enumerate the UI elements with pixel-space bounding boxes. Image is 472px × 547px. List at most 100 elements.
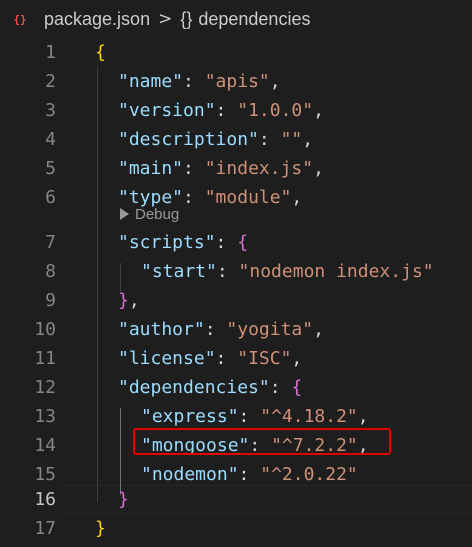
- line-number: 4: [45, 129, 56, 150]
- json-value: "nodemon index.js": [238, 261, 434, 282]
- line-number: 10: [34, 319, 56, 340]
- code-line: 8 "start": "nodemon index.js": [0, 257, 472, 286]
- code-line: 7 "scripts": {: [0, 228, 472, 257]
- json-value: "module": [204, 187, 292, 208]
- code-text: "description": "",: [118, 125, 313, 154]
- code-text: "dependencies": {: [118, 373, 302, 402]
- json-value: "yogita": [226, 319, 314, 340]
- comma: ,: [313, 100, 324, 121]
- json-value: "apis": [204, 71, 270, 92]
- json-key: "author": [118, 319, 205, 340]
- colon: :: [238, 464, 261, 485]
- json-value: "": [280, 129, 303, 150]
- play-icon: [120, 208, 129, 220]
- object-symbol-icon: {}: [180, 8, 193, 29]
- colon: :: [215, 348, 238, 369]
- comma: ,: [313, 319, 324, 340]
- code-line: 3 "version": "1.0.0",: [0, 96, 472, 125]
- line-number: 11: [34, 348, 56, 369]
- json-key: "version": [118, 100, 216, 121]
- open-brace: {: [95, 42, 106, 63]
- colon: :: [183, 158, 205, 179]
- comma: ,: [357, 406, 369, 427]
- code-text: "author": "yogita",: [118, 315, 324, 344]
- code-text: },: [118, 286, 140, 315]
- colon: :: [269, 377, 292, 398]
- code-line: 4 "description": "",: [0, 125, 472, 154]
- breadcrumb: {} package.json > {} dependencies: [0, 0, 472, 38]
- breadcrumb-file[interactable]: package.json: [44, 9, 150, 30]
- json-key: "description": [118, 129, 259, 150]
- close-brace: }: [118, 290, 129, 311]
- colon: :: [215, 232, 238, 253]
- line-number: 8: [45, 261, 56, 282]
- code-line: 11 "license": "ISC",: [0, 344, 472, 373]
- json-value: "ISC": [237, 348, 292, 369]
- json-key: "scripts": [118, 232, 216, 253]
- line-number: 9: [45, 290, 56, 311]
- line-number: 1: [45, 42, 56, 63]
- comma: ,: [302, 129, 314, 150]
- json-key: "license": [118, 348, 216, 369]
- json-key: "express": [141, 406, 239, 427]
- breadcrumb-symbol[interactable]: dependencies: [198, 9, 310, 30]
- line-number: 7: [45, 232, 56, 253]
- code-line: 17 }: [0, 514, 472, 543]
- colon: :: [204, 319, 227, 340]
- line-number: 16: [34, 489, 56, 510]
- json-key: "nodemon": [141, 464, 239, 485]
- json-value: "^4.18.2": [260, 406, 358, 427]
- comma: ,: [269, 71, 281, 92]
- code-text: "start": "nodemon index.js": [141, 257, 434, 286]
- code-line: 6 "type": "module",: [0, 183, 472, 212]
- json-key: "dependencies": [118, 377, 270, 398]
- code-text: "express": "^4.18.2",: [141, 402, 369, 431]
- code-line: 5 "main": "index.js",: [0, 154, 472, 183]
- line-number: 2: [45, 71, 56, 92]
- debug-label: Debug: [135, 205, 180, 223]
- code-line: 16 }: [0, 485, 472, 514]
- line-number: 12: [34, 377, 56, 398]
- line-number: 13: [34, 406, 56, 427]
- chevron-right-icon: >: [158, 9, 173, 29]
- open-brace: {: [291, 377, 303, 398]
- colon: :: [183, 187, 205, 208]
- code-text: "version": "1.0.0",: [118, 96, 324, 125]
- close-brace: }: [95, 518, 106, 539]
- comma: ,: [291, 348, 303, 369]
- code-line: 1 {: [0, 38, 472, 67]
- line-number: 5: [45, 158, 56, 179]
- code-text: }: [95, 514, 106, 543]
- json-file-icon: {}: [13, 12, 27, 26]
- json-key: "start": [141, 261, 217, 282]
- line-number: 14: [34, 435, 56, 456]
- code-text: "license": "ISC",: [118, 344, 302, 373]
- annotation-highlight-box: [133, 428, 391, 455]
- code-line: 12 "dependencies": {: [0, 373, 472, 402]
- code-line: 2 "name": "apis",: [0, 67, 472, 96]
- comma: ,: [291, 187, 303, 208]
- code-text: "name": "apis",: [118, 67, 281, 96]
- json-key: "main": [118, 158, 184, 179]
- colon: :: [258, 129, 281, 150]
- colon: :: [215, 100, 238, 121]
- debug-codelens[interactable]: Debug: [120, 203, 179, 225]
- code-line: 13 "express": "^4.18.2",: [0, 402, 472, 431]
- code-line: 10 "author": "yogita",: [0, 315, 472, 344]
- json-key: "name": [118, 71, 184, 92]
- code-editor[interactable]: 1 { 2 "name": "apis", 3 "version": "1.0.…: [0, 38, 472, 547]
- code-text: "scripts": {: [118, 228, 248, 257]
- line-number: 6: [45, 187, 56, 208]
- code-text: }: [118, 485, 129, 514]
- code-line: 9 },: [0, 286, 472, 315]
- colon: :: [183, 71, 205, 92]
- colon: :: [238, 406, 261, 427]
- comma: ,: [128, 290, 140, 311]
- code-text: {: [95, 38, 106, 67]
- code-text: "main": "index.js",: [118, 154, 324, 183]
- colon: :: [216, 261, 239, 282]
- line-number: 17: [34, 518, 56, 539]
- json-value: "1.0.0": [237, 100, 314, 121]
- close-brace: }: [118, 489, 129, 510]
- line-number: 3: [45, 100, 56, 121]
